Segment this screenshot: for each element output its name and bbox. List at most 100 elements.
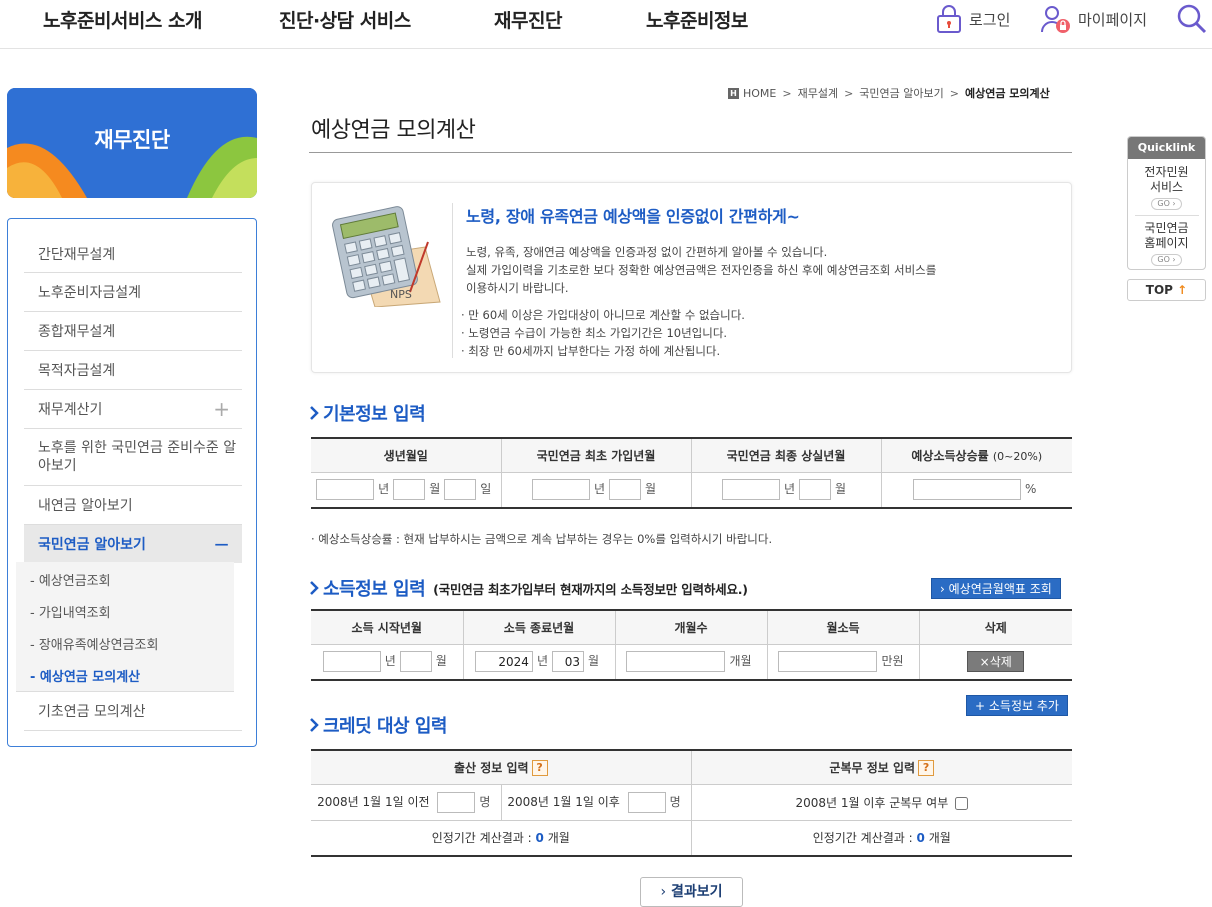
sidebar-item-pension-level[interactable]: 노후를 위한 국민연금 준비수준 알아보기 [24,429,242,486]
sidebar-submenu: - 예상연금조회 - 가입내역조회 - 장애유족예상연금조회 - 예상연금 모의… [16,562,234,692]
sidebar-item-calculator[interactable]: 재무계산기 + [24,390,242,429]
chevron-right-icon [310,406,319,420]
go-button[interactable]: GO › [1151,198,1182,210]
delete-row-button[interactable]: ×삭제 [967,651,1025,673]
months-input[interactable] [626,651,726,673]
sidebar-item-retirement-fund[interactable]: 노후준비자금설계 [24,273,242,312]
birth-before-label: 2008년 1월 1일 이전 [317,794,430,809]
intro-desc-line: 노령, 유족, 장애연금 예상액을 인증과정 없이 간편하게 알아볼 수 있습니… [466,245,828,259]
col-income-start: 소득 시작년월 [311,610,463,645]
military-label: 2008년 1월 이후 군복무 여부 [795,795,949,810]
help-icon[interactable]: ? [531,760,548,776]
user-lock-icon [1041,6,1070,33]
sidebar-item-total-plan[interactable]: 종합재무설계 [24,312,242,351]
quicklink-nps-home[interactable]: 국민연금 홈페이지 GO › [1128,221,1205,266]
login-label: 로그인 [969,10,1011,29]
monthly-income-input[interactable] [778,651,878,673]
first-join-year-input[interactable] [531,479,590,501]
result-unit: 개월 [928,831,951,846]
col-birthdate: 생년월일 [311,438,501,473]
submenu-disability-survivor[interactable]: - 장애유족예상연금조회 [30,634,158,653]
intro-bullet: · 만 60세 이상은 가입대상이 아니므로 계산할 수 없습니다. [461,308,745,322]
income-end-year-input[interactable] [474,651,533,673]
mypage-link[interactable]: 마이페이지 [1040,4,1147,34]
sidebar-item-label: 기초연금 모의계산 [38,704,146,720]
menu-service-intro[interactable]: 노후준비서비스 소개 [43,6,202,33]
col-last-loss: 국민연금 최종 상실년월 [690,438,881,473]
intro-divider [452,203,453,358]
birth-year-input[interactable] [316,479,375,501]
sidebar-item-basic-pension[interactable]: 기초연금 모의계산 [24,692,242,731]
mypage-label: 마이페이지 [1078,10,1148,29]
intro-desc-line: 이용하시기 바랍니다. [466,281,569,295]
sidebar-item-label: 노후준비자금설계 [38,285,142,301]
chevron-right-icon [310,581,319,595]
sidebar-item-label: 내연금 알아보기 [38,498,133,514]
go-button[interactable]: GO › [1151,254,1182,266]
last-loss-month-input[interactable] [799,479,831,501]
military-result-cell: 인정기간 계산결과 : 0 개월 [690,820,1072,856]
submenu-expected-pension[interactable]: - 예상연금조회 [30,570,111,589]
submenu-subscription-history[interactable]: - 가입내역조회 [30,602,111,621]
menu-consulting[interactable]: 진단·상담 서비스 [279,6,411,33]
income-start-month-input[interactable] [399,651,432,673]
sidebar-item-purpose-fund[interactable]: 목적자금설계 [24,351,242,390]
search-button[interactable] [1176,4,1212,34]
delete-cell: ×삭제 [918,644,1072,680]
help-icon[interactable]: ? [918,760,935,776]
add-income-button[interactable]: + 소득정보 추가 [966,695,1068,716]
quicklink-label: 국민연금 홈페이지 [1144,221,1189,250]
collapse-minus-icon[interactable]: − [213,532,230,556]
birth-day-input[interactable] [444,479,477,501]
expand-plus-icon[interactable]: + [213,397,230,421]
unit-year: 년 [378,482,390,497]
pension-table-lookup-button[interactable]: › 예상연금월액표 조회 [931,578,1061,599]
income-rate-input[interactable] [913,479,1022,501]
col-income-end: 소득 종료년월 [462,610,615,645]
breadcrumb-national-pension[interactable]: 국민연금 알아보기 [859,85,943,101]
income-start-year-input[interactable] [322,651,381,673]
sidebar-item-label: 간단재무설계 [38,246,116,263]
lnb-title-banner: 재무진단 [7,88,257,198]
unit-year: 년 [536,654,548,669]
birth-after-input[interactable] [627,791,666,813]
intro-desc-line: 실제 가입이력을 기초로한 보다 정확한 예상연금액은 전자인증을 하신 후에 … [466,263,937,277]
last-loss-year-input[interactable] [721,479,780,501]
sidebar-item-label: 목적자금설계 [38,363,116,379]
unit-month: 월 [588,654,600,669]
unit-person: 명 [669,794,681,809]
quicklink-e-civil[interactable]: 전자민원 서비스 GO › [1128,165,1205,210]
income-rate-note: · 예상소득상승률 : 현재 납부하시는 금액으로 계속 납부하는 경우는 0%… [311,532,773,546]
top-label: TOP [1145,283,1173,297]
col-birth-info: 출산 정보 입력? [311,750,691,785]
birth-month-input[interactable] [393,479,426,501]
breadcrumb-home[interactable]: HOME [743,87,776,100]
military-checkbox[interactable] [955,796,969,810]
login-link[interactable]: 로그인 [935,4,1010,34]
intro-bullet: · 최장 만 60세까지 납부한다는 가정 하에 계산됩니다. [461,344,721,358]
income-end-month-input[interactable] [552,651,584,673]
menu-financial-diagnosis[interactable]: 재무진단 [494,6,562,33]
top-navigation: 노후준비서비스 소개 진단·상담 서비스 재무진단 노후준비정보 로그인 마이페… [0,0,1212,49]
breadcrumb-financial[interactable]: 재무설계 [798,85,838,101]
menu-retirement-info[interactable]: 노후준비정보 [646,6,748,33]
birth-before-input[interactable] [437,791,476,813]
birth-info-label: 출산 정보 입력 [453,760,529,775]
sidebar-item-label: 노후를 위한 국민연금 준비수준 알아보기 [38,440,237,474]
unit-month: 월 [645,482,657,497]
birthdate-cell: 년월일 [311,472,501,508]
breadcrumb-current: 예상연금 모의계산 [964,87,1050,100]
last-loss-cell: 년월 [690,472,881,508]
unit-month: 월 [435,654,447,669]
section-title: 기본정보 입력 [323,404,426,425]
col-income-rate: 예상소득상승률 (0~20%) [880,438,1072,473]
sidebar-item-simple-plan[interactable]: 간단재무설계 [24,235,242,273]
section-income-info: 소득정보 입력 (국민연금 최초가입부터 현재까지의 소득정보만 입력하세요.) [309,575,748,601]
top-button[interactable]: TOP ↑ [1127,279,1206,301]
sidebar-item-my-pension[interactable]: 내연금 알아보기 [24,486,242,525]
submenu-simulation[interactable]: - 예상연금 모의계산 [30,666,140,685]
unit-money: 만원 [881,654,904,669]
sidebar-item-national-pension[interactable]: 국민연금 알아보기 − [24,525,242,563]
intro-description: 노령, 유족, 장애연금 예상액을 인증과정 없이 간편하게 알아볼 수 있습니… [466,243,1056,297]
first-join-month-input[interactable] [609,479,641,501]
